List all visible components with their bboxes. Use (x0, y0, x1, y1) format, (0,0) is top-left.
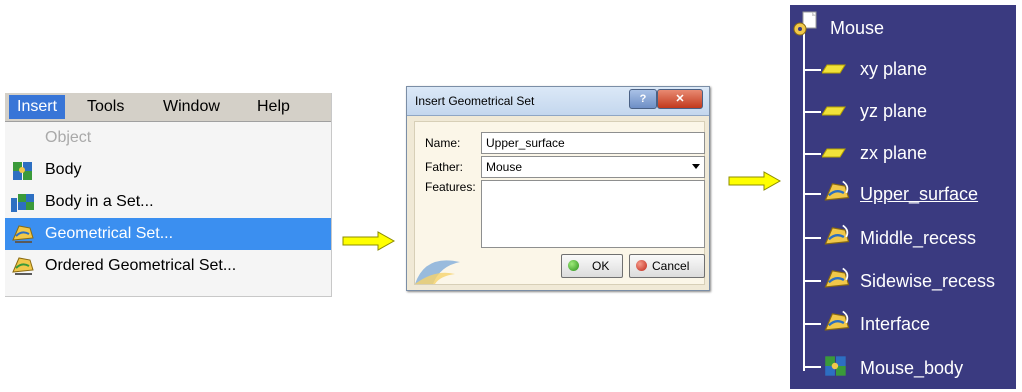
features-list[interactable] (481, 180, 705, 248)
menu-item-label: Body in a Set... (45, 193, 154, 210)
features-label: Features: (425, 180, 476, 194)
father-label: Father: (425, 160, 464, 174)
tree-node-zx-plane[interactable]: zx plane (790, 136, 1016, 170)
tree-node-middle-recess[interactable]: Middle_recess (790, 220, 1016, 254)
father-dropdown[interactable]: Mouse (481, 156, 705, 178)
tree-node-upper-surface[interactable]: Upper_surface (790, 176, 1016, 210)
ok-icon (568, 260, 579, 271)
ordered-geometrical-set-icon (12, 257, 34, 275)
dialog-body: Name: Upper_surface Father: Mouse Featur… (414, 121, 705, 285)
tree-node-label: xy plane (860, 59, 928, 79)
specification-tree: Mouse xy plane yz plane zx plane Upper_s… (790, 5, 1016, 389)
plane-icon (822, 106, 846, 116)
menu-item-label: Object (45, 129, 92, 146)
right-arrow-icon (342, 231, 396, 251)
close-button[interactable]: ✕ (657, 89, 703, 109)
catia-swirl-icon (415, 260, 460, 284)
tree-connector (803, 280, 821, 282)
help-button[interactable]: ? (629, 89, 657, 109)
tree-node-yz-plane[interactable]: yz plane (790, 94, 1016, 128)
tree-connector (803, 193, 821, 195)
tree-root-label: Mouse (830, 18, 885, 38)
menu-item-ordered-geometrical-set[interactable]: Ordered Geometrical Set... (5, 250, 331, 282)
tree-connector (803, 69, 821, 71)
cancel-icon (636, 260, 647, 271)
tree-node-label: yz plane (860, 101, 928, 121)
body-in-set-icon (11, 194, 34, 212)
cancel-label: Cancel (652, 259, 690, 273)
menu-item-label: Geometrical Set... (45, 225, 174, 242)
tree-node-label: Middle_recess (860, 228, 977, 248)
tree-node-xy-plane[interactable]: xy plane (790, 52, 1016, 86)
name-value: Upper_surface (486, 136, 565, 150)
geometrical-set-icon (824, 310, 850, 331)
tree-connector (803, 111, 821, 113)
cancel-button[interactable]: Cancel (629, 254, 705, 278)
right-arrow-icon (728, 171, 782, 191)
geometrical-set-icon (824, 224, 850, 245)
name-label: Name: (425, 136, 461, 150)
plane-icon (822, 64, 846, 74)
menu-help[interactable]: Help (257, 97, 290, 117)
menu-item-body[interactable]: Body (5, 154, 331, 186)
tree-node-label: Interface (860, 314, 931, 334)
menu-item-label: Body (45, 161, 82, 178)
body-icon (13, 162, 32, 180)
menu-tools[interactable]: Tools (87, 97, 124, 117)
tree-node-mouse-body[interactable]: Mouse_body (790, 349, 1016, 383)
chevron-down-icon[interactable] (692, 164, 700, 169)
tree-node-label: zx plane (860, 143, 928, 163)
insert-geometrical-set-dialog: Insert Geometrical Set ? ✕ Name: Upper_s… (406, 86, 710, 291)
menu-window[interactable]: Window (163, 97, 220, 117)
dialog-title: Insert Geometrical Set (415, 94, 535, 108)
tree-root[interactable]: Mouse (790, 9, 1016, 43)
part-icon (793, 11, 817, 36)
plane-icon (822, 148, 846, 158)
tree-node-sidewise-recess[interactable]: Sidewise_recess (790, 263, 1016, 297)
dialog-title-bar: Insert Geometrical Set ? ✕ (407, 87, 709, 116)
name-field[interactable]: Upper_surface (481, 132, 705, 154)
father-value: Mouse (486, 160, 523, 174)
tree-node-label: Upper_surface (860, 184, 979, 204)
tree-node-label: Mouse_body (860, 358, 964, 378)
tree-connector (803, 323, 821, 325)
tree-node-label: Sidewise_recess (860, 271, 996, 291)
geometrical-set-icon (12, 225, 34, 243)
geometrical-set-icon (824, 267, 850, 288)
menu-item-body-in-set[interactable]: Body in a Set... (5, 186, 331, 218)
menu-item-label: Ordered Geometrical Set... (45, 257, 237, 274)
geometrical-set-icon (824, 180, 850, 201)
ok-button[interactable]: OK (561, 254, 623, 278)
tree-connector (803, 153, 821, 155)
menu-bar: Insert Tools Window Help (5, 93, 331, 122)
insert-menu-panel: Insert Tools Window Help Object Body Bod… (5, 93, 332, 297)
ok-label: OK (592, 259, 610, 273)
menu-insert[interactable]: Insert (9, 95, 66, 119)
menu-item-object: Object (5, 122, 331, 154)
tree-node-interface[interactable]: Interface (790, 306, 1016, 340)
tree-connector (803, 237, 821, 239)
menu-item-geometrical-set[interactable]: Geometrical Set... (5, 218, 331, 250)
body-icon (825, 356, 846, 376)
tree-connector (803, 366, 821, 368)
